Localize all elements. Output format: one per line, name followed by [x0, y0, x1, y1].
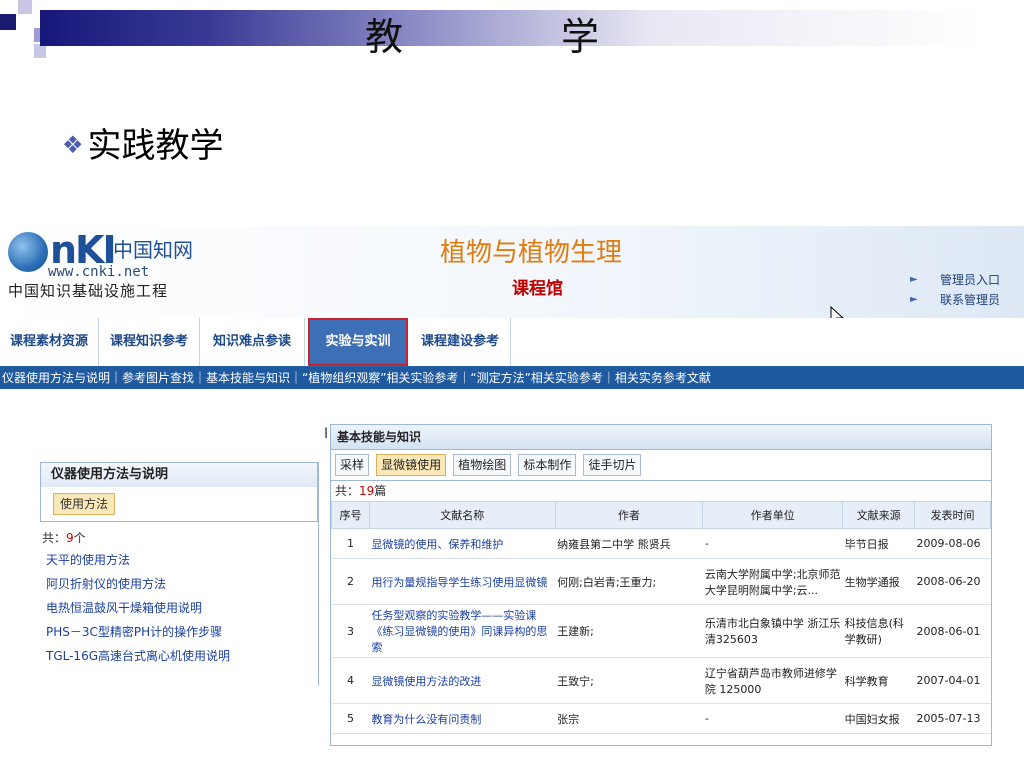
row-date: 2009-08-06	[914, 528, 991, 559]
col-header-source[interactable]: 文献来源	[842, 501, 916, 529]
logo-url-text: www.cnki.net	[48, 264, 150, 280]
col-header-unit[interactable]: 作者单位	[702, 501, 844, 529]
row-no: 3	[331, 604, 370, 658]
row-author: 纳雍县第二中学 熊贤兵	[555, 528, 703, 559]
list-item[interactable]: 阿贝折射仪的使用方法	[46, 572, 230, 596]
tab-specimen-making[interactable]: 标本制作	[518, 454, 577, 476]
row-no: 2	[331, 558, 370, 605]
table-header-row: 序号 文献名称 作者 作者单位 文献来源 发表时间	[331, 501, 991, 529]
col-header-author[interactable]: 作者	[554, 501, 704, 529]
tab-hand-sectioning[interactable]: 徒手切片	[583, 454, 642, 476]
row-title-link[interactable]: 任务型观察的实验教学——实验课《练习显微镜的使用》同课异构的思索	[369, 604, 556, 658]
col-header-no[interactable]: 序号	[331, 501, 370, 529]
slide-title: 教 学	[364, 15, 659, 59]
row-date: 2008-06-01	[914, 604, 991, 658]
sub-nav[interactable]: 仪器使用方法与说明｜参考图片查找｜基本技能与知识｜“植物组织观察”相关实验参考｜…	[0, 367, 1024, 389]
tab-microscope-use[interactable]: 显微镜使用	[376, 454, 447, 476]
site-title: 植物与植物生理	[440, 238, 623, 268]
list-item[interactable]: 电热恒温鼓风干燥箱使用说明	[46, 596, 230, 620]
arrow-right-icon: ►	[909, 274, 918, 285]
instrument-count: 共：9个	[42, 531, 86, 545]
row-source: 中国妇女报	[842, 703, 915, 734]
site-header: nKI 中国知网 www.cnki.net 中国知识基础设施工程 植物与植物生理…	[0, 226, 1024, 318]
row-title-link[interactable]: 显微镜使用方法的改进	[369, 657, 556, 704]
table-row: 4 显微镜使用方法的改进 王致宁; 辽宁省葫芦岛市教师进修学院 125000 科…	[331, 657, 991, 704]
row-title-link[interactable]: 显微镜的使用、保养和维护	[369, 528, 556, 559]
row-source: 科技信息(科学教研)	[842, 604, 915, 658]
table-row: 2 用行为量规指导学生练习使用显微镜 何刚;白岩青;王重力; 云南大学附属中学;…	[331, 558, 991, 605]
row-author: 何刚;白岩青;王重力;	[555, 558, 703, 605]
deco-square-1	[0, 14, 16, 30]
row-title-link[interactable]: 教育为什么没有问责制	[369, 703, 556, 734]
diamond-bullet-icon: ❖	[62, 131, 84, 159]
row-author: 张宗	[555, 703, 703, 734]
results-table: 序号 文献名称 作者 作者单位 文献来源 发表时间 1 显微镜的使用、保养和维护…	[331, 501, 991, 734]
skills-tabs: 采样 显微镜使用 植物绘图 标本制作 徒手切片	[331, 450, 991, 481]
deco-square-4	[34, 44, 46, 58]
row-unit: 云南大学附属中学;北京师范大学昆明附属中学;云...	[702, 558, 843, 605]
list-item[interactable]: 天平的使用方法	[46, 548, 230, 572]
table-row: 1 显微镜的使用、保养和维护 纳雍县第二中学 熊贤兵 - 毕节日报 2009-0…	[331, 528, 991, 559]
row-no: 4	[331, 657, 370, 704]
row-date: 2005-07-13	[914, 703, 991, 734]
row-no: 1	[331, 528, 370, 559]
row-source: 科学教育	[842, 657, 915, 704]
cnki-globe-icon	[8, 232, 48, 272]
contact-admin-link[interactable]: ► 联系管理员	[910, 290, 1000, 310]
bullet-text: 实践教学	[87, 126, 224, 166]
cnki-logo[interactable]: nKI 中国知网 www.cnki.net 中国知识基础设施工程	[8, 228, 248, 300]
tab-course-materials[interactable]: 课程素材资源	[0, 318, 99, 366]
row-source: 生物学通报	[842, 558, 915, 605]
row-title-link[interactable]: 用行为量规指导学生练习使用显微镜	[369, 558, 556, 605]
arrow-right-icon: ►	[909, 294, 918, 305]
main-nav: 课程素材资源 课程知识参考 知识难点参读 实验与实训 课程建设参考	[0, 318, 1024, 367]
logo-subtitle: 中国知识基础设施工程	[8, 282, 169, 300]
cnki-screenshot: nKI 中国知网 www.cnki.net 中国知识基础设施工程 植物与植物生理…	[0, 226, 1024, 768]
tab-knowledge-difficulties[interactable]: 知识难点参读	[200, 318, 305, 366]
row-date: 2007-04-01	[914, 657, 991, 704]
site-subtitle: 课程馆	[512, 279, 563, 299]
col-header-title[interactable]: 文献名称	[368, 501, 556, 529]
skills-panel-title: 基本技能与知识	[331, 425, 991, 450]
row-unit: 辽宁省葫芦岛市教师进修学院 125000	[702, 657, 843, 704]
tab-sampling[interactable]: 采样	[335, 454, 370, 476]
row-unit: -	[702, 703, 843, 734]
skills-panel: 基本技能与知识 采样 显微镜使用 植物绘图 标本制作 徒手切片 共：19篇 序号…	[330, 424, 992, 746]
tab-course-knowledge[interactable]: 课程知识参考	[99, 318, 200, 366]
logo-chinese-text: 中国知网	[113, 238, 193, 262]
row-no: 5	[331, 703, 370, 734]
tab-plant-drawing[interactable]: 植物绘图	[453, 454, 512, 476]
tab-course-building[interactable]: 课程建设参考	[410, 318, 511, 366]
divider-line	[318, 462, 319, 686]
usage-method-button[interactable]: 使用方法	[53, 493, 116, 515]
list-item[interactable]: PHS－3C型精密PH计的操作步骤	[46, 620, 230, 644]
deco-square-2	[18, 0, 32, 14]
instrument-panel: 仪器使用方法与说明 使用方法	[40, 462, 318, 522]
row-source: 毕节日报	[842, 528, 915, 559]
instrument-list: 天平的使用方法 阿贝折射仪的使用方法 电热恒温鼓风干燥箱使用说明 PHS－3C型…	[46, 548, 230, 668]
list-item[interactable]: TGL-16G高速台式离心机使用说明	[46, 644, 230, 668]
row-author: 王建新;	[555, 604, 703, 658]
row-unit: -	[702, 528, 843, 559]
table-row: 3 任务型观察的实验教学——实验课《练习显微镜的使用》同课异构的思索 王建新; …	[331, 604, 991, 658]
row-unit: 乐清市北白象镇中学 浙江乐清325603	[702, 604, 843, 658]
row-date: 2008-06-20	[914, 558, 991, 605]
instrument-panel-title: 仪器使用方法与说明	[41, 463, 317, 487]
admin-links: ► 管理员入口 ► 联系管理员	[910, 270, 1000, 310]
tab-experiment-training[interactable]: 实验与实训	[308, 318, 408, 366]
row-author: 王致宁;	[555, 657, 703, 704]
article-count: 共：19篇	[335, 484, 387, 498]
table-row: 5 教育为什么没有问责制 张宗 - 中国妇女报 2005-07-13	[331, 703, 991, 734]
text-cursor-icon: I	[324, 426, 329, 442]
col-header-date[interactable]: 发表时间	[914, 501, 991, 529]
bullet-line: ❖ 实践教学	[62, 118, 224, 167]
admin-entry-link[interactable]: ► 管理员入口	[910, 270, 1000, 290]
